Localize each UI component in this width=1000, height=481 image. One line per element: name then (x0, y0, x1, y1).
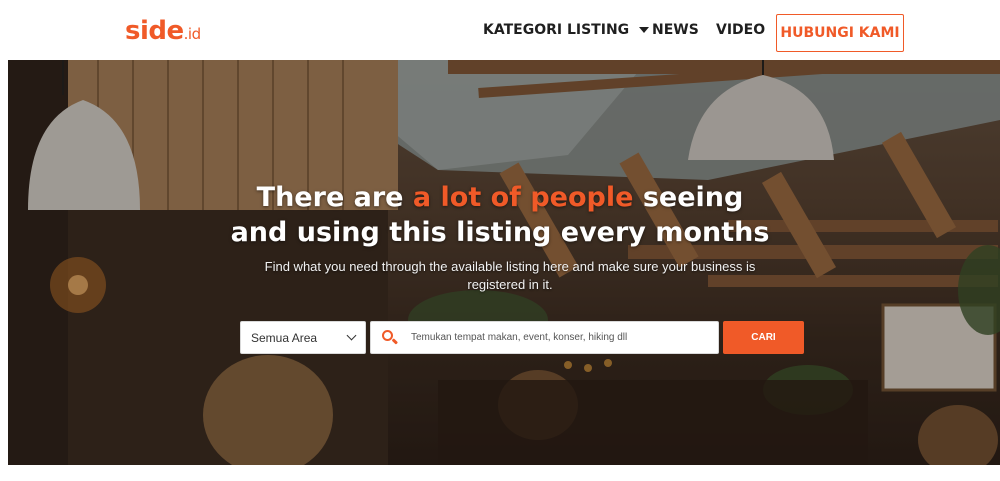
search-button[interactable]: CARI (723, 321, 804, 354)
contact-button[interactable]: HUBUNGI KAMI (776, 14, 904, 52)
area-select[interactable]: Semua Area (240, 321, 366, 354)
nav-video[interactable]: VIDEO (716, 22, 765, 38)
nav-kategori-label: KATEGORI LISTING (483, 22, 630, 38)
logo-name: side (125, 16, 184, 46)
area-select-value: Semua Area (251, 330, 318, 345)
chevron-down-icon (346, 330, 357, 341)
headline-accent: a lot of people (412, 182, 634, 213)
site-header: side.id KATEGORI LISTING NEWS VIDEO HUBU… (0, 0, 1000, 60)
search-field[interactable] (370, 321, 719, 354)
hero-headline-line2: and using this listing every months (230, 217, 770, 248)
search-icon (381, 328, 401, 348)
headline-before: There are (256, 182, 413, 213)
caret-down-icon (639, 27, 650, 33)
nav-kategori-listing[interactable]: KATEGORI LISTING (483, 22, 650, 38)
hero-headline-line1: There are a lot of people seeing (0, 180, 1000, 216)
nav-news[interactable]: NEWS (652, 22, 699, 38)
hero-subtitle: Find what you need through the available… (264, 259, 756, 292)
site-logo[interactable]: side.id (125, 14, 201, 51)
search-input[interactable] (411, 332, 711, 343)
logo-tld: .id (183, 25, 201, 43)
headline-after: seeing (633, 182, 744, 213)
